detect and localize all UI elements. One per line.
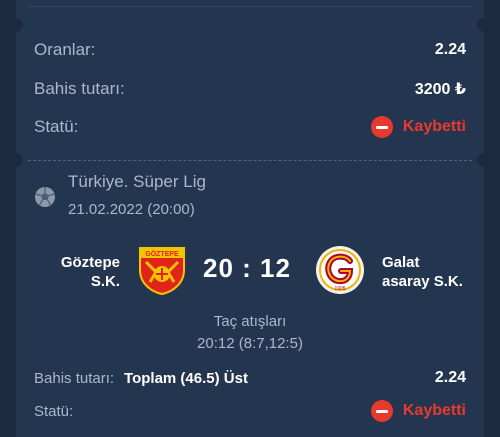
bet-selection: Toplam (46.5) Üst [124,369,248,387]
away-team-line1: Galat [382,254,420,271]
odds-label: Oranlar: [34,40,96,59]
ticket-notch-right-top [477,18,491,32]
bet-stake-row: Bahis tutarı: Toplam (46.5) Üst 2.24 [34,369,466,387]
minus-circle-icon [370,400,393,422]
odds-row: Oranlar: 2.24 [34,40,466,60]
ticket-notch-right [477,153,491,167]
bet-status-label: Statü: [34,402,74,420]
bet-selection-group: Bahis tutarı: Toplam (46.5) Üst [34,370,248,387]
galatasaray-logo-text: 1905 [334,286,345,292]
stake-value: 3200 ₺ [414,81,466,98]
status-label: Statü: [34,117,79,136]
market-result: 20:12 (8:7,12:5) [197,335,303,352]
bet-status-row: Statü: Kaybetti [34,400,466,422]
galatasaray-logo: 1905 [316,246,364,294]
stake-row: Bahis tutarı: 3200 ₺ [34,79,466,99]
ticket-notch-left [9,153,23,167]
status-badge: Kaybetti [370,116,466,138]
odds-value: 2.24 [434,41,466,58]
bet-stake-label: Bahis tutarı: [34,369,115,387]
status-row: Statü: Kaybetti [34,116,466,138]
match-date: 21.02.2022 (20:00) [68,201,195,218]
bet-card: Oranlar: 2.24 Bahis tutarı: 3200 ₺ Statü… [16,0,484,437]
goztepe-logo: GÖZTEPE [139,247,185,296]
bet-odds: 2.24 [434,369,466,386]
home-team-line2: S.K. [90,273,120,290]
soccer-ball-icon [35,187,55,207]
league-name: Türkiye. Süper Lig [68,172,206,191]
goztepe-logo-text: GÖZTEPE [145,249,179,258]
score: 20 : 12 [203,253,291,283]
away-team-line2: asaray S.K. [382,273,463,290]
ticket-divider [28,160,472,161]
bet-status-value: Kaybetti [402,402,466,419]
home-team-line1: Göztepe [60,254,120,271]
market-name: Taç atışları [213,313,287,330]
minus-circle-icon [370,116,393,138]
stake-label: Bahis tutarı: [34,79,125,98]
bet-status-badge: Kaybetti [370,400,466,422]
status-value: Kaybetti [402,118,466,135]
home-team-name: Göztepe S.K. [36,253,120,291]
away-team-name: Galat asaray S.K. [382,253,478,291]
top-divider [28,6,472,7]
ticket-notch-left-top [9,18,23,32]
